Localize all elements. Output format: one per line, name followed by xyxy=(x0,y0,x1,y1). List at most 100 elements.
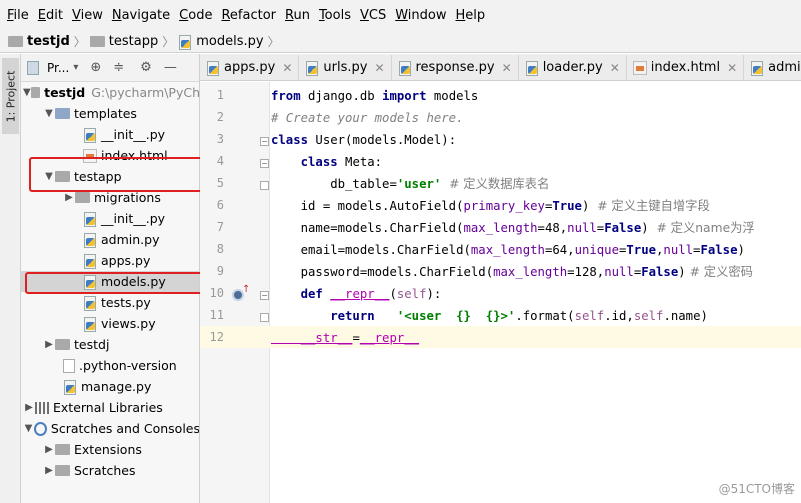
chevron-down-icon[interactable]: ▼ xyxy=(23,423,34,434)
fold-end-icon[interactable] xyxy=(260,181,269,190)
menu-refactor[interactable]: Refactor xyxy=(217,8,280,23)
scratches-icon xyxy=(33,421,47,436)
hide-icon[interactable]: — xyxy=(164,60,177,75)
menu-edit[interactable]: Edit xyxy=(34,8,67,23)
code-line-1: from django.db import models xyxy=(271,89,479,103)
menu-run[interactable]: Run xyxy=(281,8,314,23)
html-file-icon xyxy=(632,60,647,75)
tab-response-py[interactable]: response.py ✕ xyxy=(391,55,519,80)
line-number: 12 xyxy=(209,330,224,344)
project-tool-tab[interactable]: 1: Project xyxy=(2,58,19,134)
tree-item-python-version[interactable]: .python-version xyxy=(21,355,199,376)
line-number: 5 xyxy=(216,176,224,190)
tree-item-extensions[interactable]: ▶ Extensions xyxy=(21,439,199,460)
close-icon[interactable]: ✕ xyxy=(282,61,292,75)
menu-file[interactable]: File xyxy=(3,8,33,23)
line-number: 4 xyxy=(216,154,224,168)
locate-icon[interactable]: ⊕ xyxy=(90,60,101,75)
chevron-right-icon[interactable]: ▶ xyxy=(63,192,75,203)
editor-gutter: 1 2 3 4 5 6 7 8 9 10 11 12 − − − ↑ xyxy=(200,82,270,503)
python-file-icon xyxy=(83,295,97,311)
tab-admin-py[interactable]: admin.py✕ xyxy=(744,55,801,80)
chevron-right-icon: 〉 xyxy=(267,35,280,49)
code-line-3: class User(models.Model): xyxy=(271,133,457,147)
line-number: 7 xyxy=(216,220,224,234)
python-file-icon xyxy=(83,127,97,143)
tab-loader-py[interactable]: loader.py ✕ xyxy=(518,55,627,80)
line-number: 3 xyxy=(216,132,224,146)
tree-item-scratches-and-consoles[interactable]: ▼ Scratches and Consoles xyxy=(21,418,199,439)
tree-item-external-libraries[interactable]: ▶ External Libraries xyxy=(21,397,199,418)
chevron-down-icon[interactable]: ▼ xyxy=(43,108,55,119)
chevron-right-icon[interactable]: ▶ xyxy=(43,465,55,476)
line-number: 8 xyxy=(216,242,224,256)
editor-tab-bar: apps.py ✕ urls.py ✕ response.py ✕ loader.py… xyxy=(200,54,801,81)
tree-item-tests[interactable]: tests.py xyxy=(21,292,199,313)
chevron-down-icon[interactable]: ▼ xyxy=(23,87,31,98)
chevron-right-icon[interactable]: ▶ xyxy=(43,444,55,455)
folder-icon xyxy=(55,339,70,350)
tree-item-scratches[interactable]: ▶ Scratches xyxy=(21,460,199,481)
tree-item-init[interactable]: __init__.py xyxy=(21,124,199,145)
fold-collapse-icon[interactable]: − xyxy=(260,159,269,168)
line-number: 9 xyxy=(216,264,224,278)
python-file-icon xyxy=(63,379,77,395)
tree-item-testdj[interactable]: ▶ testdj xyxy=(21,334,199,355)
python-file-icon xyxy=(83,253,97,269)
fold-collapse-icon[interactable]: − xyxy=(260,291,269,300)
chevron-right-icon: 〉 xyxy=(162,35,175,49)
line-number: 1 xyxy=(216,88,224,102)
tree-item-views[interactable]: views.py xyxy=(21,313,199,334)
tree-item-admin[interactable]: admin.py xyxy=(21,229,199,250)
chevron-right-icon[interactable]: ▶ xyxy=(23,402,35,413)
close-icon[interactable]: ✕ xyxy=(502,61,512,75)
code-editor[interactable]: from django.db import models # Create yo… xyxy=(270,82,801,503)
code-line-4: class Meta: xyxy=(271,155,383,169)
menu-help[interactable]: Help xyxy=(452,8,490,23)
python-file-icon xyxy=(83,316,97,332)
menu-vcs[interactable]: VCS xyxy=(356,8,390,23)
chevron-right-icon[interactable]: ▶ xyxy=(43,339,55,350)
python-file-icon xyxy=(206,60,220,76)
tree-item-templates[interactable]: ▼ templates xyxy=(21,103,199,124)
tab-index-html[interactable]: index.html ✕ xyxy=(626,55,745,80)
breadcrumb-project[interactable]: testjd xyxy=(8,34,70,49)
menu-window[interactable]: Window xyxy=(391,8,450,23)
close-icon[interactable]: ✕ xyxy=(610,61,620,75)
python-file-icon xyxy=(178,34,192,50)
chevron-down-icon[interactable]: ▾ xyxy=(73,62,78,73)
menu-view[interactable]: View xyxy=(68,8,107,23)
text-file-icon xyxy=(63,358,75,373)
breadcrumb-models[interactable]: models.py xyxy=(178,34,264,50)
menu-code[interactable]: Code xyxy=(175,8,216,23)
folder-icon xyxy=(8,36,23,47)
breadcrumb-testapp[interactable]: testapp xyxy=(89,34,158,49)
line-number: 6 xyxy=(216,198,224,212)
tree-item-apps[interactable]: apps.py xyxy=(21,250,199,271)
tree-item-testjd[interactable]: ▼ testjd G:\pycharm\PyCh xyxy=(21,82,199,103)
folder-icon xyxy=(89,36,105,47)
project-view-dropdown[interactable]: Pr... xyxy=(47,61,69,75)
python-file-icon xyxy=(83,211,97,227)
tab-apps-py[interactable]: apps.py ✕ xyxy=(200,55,300,80)
collapse-all-icon[interactable]: ≑ xyxy=(113,60,124,75)
fold-end-icon[interactable] xyxy=(260,313,269,322)
close-icon[interactable]: ✕ xyxy=(727,61,737,75)
fold-collapse-icon[interactable]: − xyxy=(260,137,269,146)
folder-icon xyxy=(55,465,70,476)
python-file-icon xyxy=(525,60,539,76)
menu-tools[interactable]: Tools xyxy=(315,8,355,23)
code-line-12: __str__=__repr__ xyxy=(271,331,420,345)
line-number: 11 xyxy=(209,308,224,322)
code-line-11: return '<user {} {}>'.format(self.id,sel… xyxy=(271,309,708,323)
menu-navigate[interactable]: Navigate xyxy=(108,8,174,23)
code-line-5: db_table='user' # 定义数据库表名 xyxy=(271,177,550,191)
tree-item-init[interactable]: __init__.py xyxy=(21,208,199,229)
tab-urls-py[interactable]: urls.py ✕ xyxy=(299,55,392,80)
close-icon[interactable]: ✕ xyxy=(374,61,384,75)
tree-item-manage[interactable]: manage.py xyxy=(21,376,199,397)
gear-icon[interactable]: ⚙ xyxy=(140,60,152,75)
code-line-8: email=models.CharField(max_length=64,uni… xyxy=(271,243,745,257)
line-number: 10 xyxy=(209,286,224,300)
menu-bar: File Edit View Navigate Code Refactor Ru… xyxy=(0,0,801,31)
